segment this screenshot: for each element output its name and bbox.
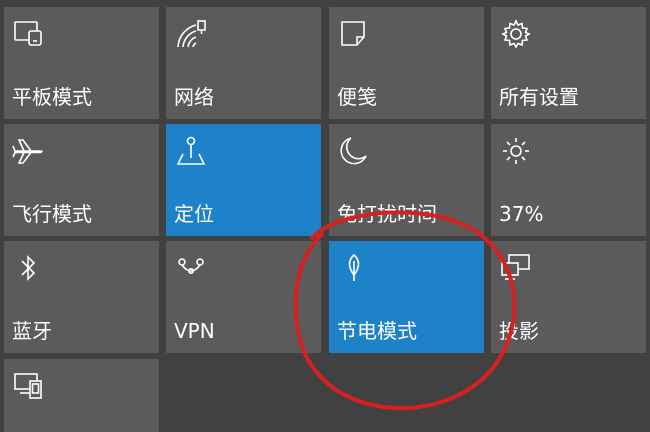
tile-label: 平板模式 [12, 85, 92, 109]
tile-tablet-mode[interactable]: 平板模式 [4, 7, 159, 119]
tile-label: 免打扰时间 [337, 202, 437, 226]
brightness-icon [499, 134, 533, 168]
tile-project[interactable]: 投影 [491, 241, 646, 353]
note-icon [337, 17, 371, 51]
tile-vpn[interactable]: VPN [166, 241, 321, 353]
tile-label: 蓝牙 [12, 319, 52, 343]
tile-label: 网络 [174, 85, 214, 109]
tile-bluetooth[interactable]: 蓝牙 [4, 241, 159, 353]
tile-note[interactable]: 便笺 [329, 7, 484, 119]
tile-location[interactable]: 定位 [166, 124, 321, 236]
tile-network[interactable]: 网络 [166, 7, 321, 119]
bluetooth-icon [12, 251, 46, 285]
tile-brightness[interactable]: 37% [491, 124, 646, 236]
gear-icon [499, 17, 533, 51]
tile-label: 所有设置 [499, 85, 579, 109]
tile-all-settings[interactable]: 所有设置 [491, 7, 646, 119]
vpn-icon [174, 251, 208, 285]
tile-quiet-hours[interactable]: 免打扰时间 [329, 124, 484, 236]
tile-label: 投影 [499, 319, 539, 343]
connect-devices-icon [12, 369, 46, 403]
moon-icon [337, 134, 371, 168]
tile-label: 37% [499, 202, 544, 226]
tablet-mode-icon [12, 17, 46, 51]
tile-label: 便笺 [337, 85, 377, 109]
tile-connect[interactable] [4, 359, 159, 432]
project-icon [499, 251, 533, 285]
tile-airplane-mode[interactable]: 飞行模式 [4, 124, 159, 236]
location-icon [174, 134, 208, 168]
tile-battery-saver[interactable]: 节电模式 [329, 241, 484, 353]
battery-saver-leaf-icon [337, 251, 371, 285]
tile-label: 飞行模式 [12, 202, 92, 226]
airplane-icon [12, 134, 46, 168]
network-icon [174, 17, 208, 51]
tile-label: 定位 [174, 202, 214, 226]
action-center-quick-actions: 平板模式 网络 便笺 所有设置 飞行模式 定位 免打扰时间 37% 蓝牙 VPN… [0, 0, 650, 432]
tile-label: VPN [174, 319, 215, 343]
tile-label: 节电模式 [337, 319, 417, 343]
